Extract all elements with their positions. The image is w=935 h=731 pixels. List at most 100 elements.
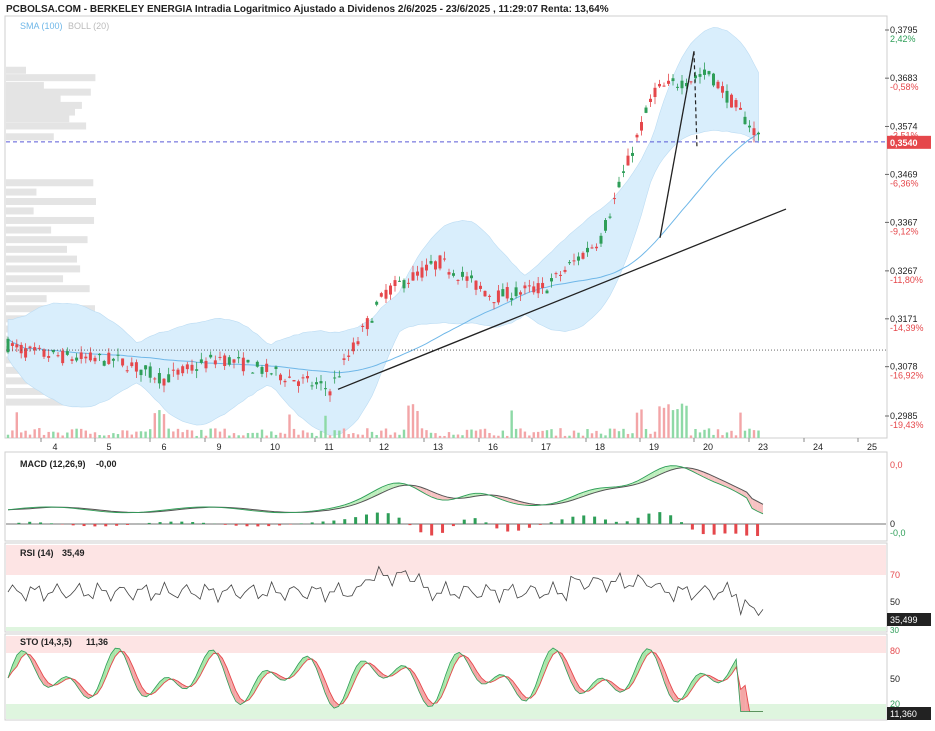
candle-body (667, 81, 670, 84)
volume-bar (242, 435, 244, 438)
volume-profile-bar (6, 207, 34, 214)
rsi-level-30: 30 (890, 626, 899, 635)
candle-body (735, 100, 738, 107)
volume-bar (434, 433, 436, 438)
volume-bar (730, 431, 732, 438)
volume-bar (38, 428, 40, 438)
volume-profile-bar (6, 179, 93, 186)
candle-body (600, 236, 603, 244)
volume-bar (154, 413, 156, 438)
candle-body (475, 281, 478, 290)
volume-bar (214, 428, 216, 438)
volume-bar (470, 430, 472, 438)
volume-bar (293, 429, 295, 438)
volume-bar (29, 435, 31, 438)
macd-histogram-bar (680, 522, 683, 524)
volume-bar (533, 432, 535, 438)
candle-body (366, 318, 369, 329)
volume-profile-bar (6, 102, 82, 109)
candle-body (103, 361, 106, 366)
candle-body (20, 345, 23, 353)
volume-bar (609, 429, 611, 438)
macd-histogram-bar (550, 522, 553, 524)
volume-bar (753, 430, 755, 438)
candle-body (640, 122, 643, 131)
volume-bar (167, 429, 169, 438)
price-tick-pct: -0,58% (890, 82, 919, 92)
candle-body (75, 358, 78, 361)
candle-body (270, 373, 273, 374)
macd-histogram-bar (398, 518, 401, 524)
candle-body (242, 358, 245, 372)
candle-body (488, 296, 491, 297)
boll-legend: BOLL (20) (68, 21, 109, 31)
volume-bar (555, 436, 557, 438)
volume-bar (708, 428, 710, 438)
candle-body (515, 287, 518, 296)
candle-body (703, 70, 706, 75)
volume-bar (524, 432, 526, 438)
volume-bar (461, 435, 463, 438)
volume-bar (502, 431, 504, 438)
time-tick-label: 25 (867, 442, 877, 452)
volume-bar (108, 435, 110, 438)
volume-bar (297, 435, 299, 438)
macd-histogram-bar (169, 522, 172, 524)
candle-body (717, 82, 720, 88)
macd-histogram-bar (484, 522, 487, 524)
volume-bar (98, 435, 100, 438)
candle-body (343, 358, 346, 360)
volume-bar (233, 433, 235, 438)
candle-body (247, 360, 250, 363)
volume-profile-bar (6, 256, 77, 263)
candle-body (506, 287, 509, 298)
candle-body (708, 71, 711, 74)
candle-body (681, 81, 684, 89)
macd-histogram-bar (669, 515, 672, 524)
candle-body (135, 362, 138, 371)
candle-body (214, 360, 217, 364)
candle-body (219, 357, 222, 358)
volume-bar (577, 433, 579, 438)
volume-bar (645, 429, 647, 438)
sto-label: STO (14,3,5) (20, 637, 72, 647)
macd-value: -0,00 (96, 459, 117, 469)
macd-histogram-bar (593, 517, 596, 524)
volume-bar (739, 413, 741, 438)
volume-bar (375, 435, 377, 438)
candle-body (361, 326, 364, 327)
macd-histogram-bar (202, 523, 205, 524)
volume-bar (256, 433, 258, 438)
macd-histogram-bar (452, 524, 455, 526)
volume-profile-bar (6, 295, 47, 302)
volume-bar (493, 435, 495, 438)
volume-bar (223, 429, 225, 438)
macd-histogram-bar (72, 524, 75, 525)
candle-body (541, 283, 544, 288)
volume-bar (200, 430, 202, 438)
candle-body (726, 91, 729, 103)
volume-bar (333, 430, 335, 438)
candle-body (311, 385, 314, 386)
candle-body (546, 291, 549, 294)
volume-bar (385, 428, 387, 438)
macd-histogram-bar (647, 514, 650, 524)
volume-bar (52, 432, 54, 438)
candle-body (586, 248, 589, 252)
candle-body (510, 298, 513, 300)
candle-body (618, 182, 621, 187)
volume-bar (439, 436, 441, 438)
volume-bar (311, 433, 313, 438)
volume-bar (61, 435, 63, 438)
volume-bar (279, 433, 281, 438)
volume-bar (131, 435, 133, 438)
volume-bar (158, 410, 160, 438)
volume-bar (595, 431, 597, 438)
volume-bar (703, 430, 705, 438)
candle-body (380, 293, 383, 297)
candle-body (568, 262, 571, 263)
volume-bar (361, 435, 363, 438)
time-tick-label: 9 (216, 442, 221, 452)
macd-histogram-bar (604, 520, 607, 524)
volume-bar (528, 435, 530, 438)
